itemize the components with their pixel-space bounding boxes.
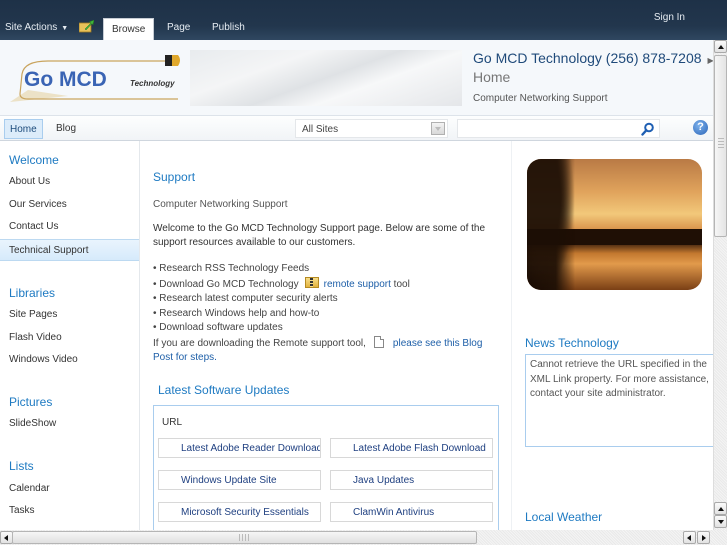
support-resource-list: • Research RSS Technology Feeds • Downlo… [153, 262, 482, 366]
remote-note: If you are downloading the Remote suppor… [153, 335, 483, 352]
nav-item-calendar[interactable]: Calendar [0, 478, 139, 500]
arrow-right-icon [702, 535, 706, 541]
nav-item-about-us[interactable]: About Us [0, 171, 139, 193]
update-link[interactable]: Latest Adobe Flash Download [330, 438, 493, 458]
support-subtitle: Computer Networking Support [153, 199, 288, 210]
update-link[interactable]: Java Updates [330, 470, 493, 490]
horizontal-scrollbar[interactable] [0, 530, 727, 545]
url-column-header: URL [162, 417, 183, 428]
sign-in-link[interactable]: Sign In [654, 12, 685, 23]
site-actions-menu[interactable]: Site Actions ▼ [5, 22, 68, 33]
arrow-down-icon [718, 520, 724, 524]
top-navigation: Home Blog All Sites ? [0, 115, 713, 141]
nav-heading-lists[interactable]: Lists [9, 459, 34, 473]
nav-heading-pictures[interactable]: Pictures [9, 395, 52, 409]
tab-page-label: Page [167, 22, 191, 33]
tab-browse-label: Browse [112, 24, 146, 35]
tab-page[interactable]: Page [167, 22, 190, 33]
arrow-up-icon [718, 507, 724, 511]
nav-item-our-services[interactable]: Our Services [0, 194, 139, 216]
update-link[interactable]: Latest Adobe Reader Download [158, 438, 321, 458]
latest-updates-heading: Latest Software Updates [158, 383, 290, 397]
grip-icon [239, 534, 251, 541]
scroll-left-button-right[interactable] [683, 531, 696, 544]
scroll-right-button[interactable] [697, 531, 710, 544]
nav-item-site-pages[interactable]: Site Pages [0, 304, 139, 326]
arrow-left-icon [687, 535, 691, 541]
help-icon[interactable]: ? [693, 120, 708, 135]
site-description: Computer Networking Support [473, 93, 608, 104]
vertical-scrollbar[interactable] [713, 40, 727, 530]
arrow-up-icon [718, 45, 724, 49]
nav-heading-libraries[interactable]: Libraries [9, 286, 55, 300]
blog-post-link[interactable]: please see this Blog [393, 338, 483, 349]
nav-item-flash-video[interactable]: Flash Video [0, 327, 139, 349]
search-scope-value: All Sites [302, 124, 339, 135]
list-item: • Research RSS Technology Feeds [153, 263, 310, 274]
nav-item-contact-us[interactable]: Contact Us [0, 216, 139, 238]
nav-item-windows-video[interactable]: Windows Video [0, 349, 139, 371]
page-title: Home [473, 69, 511, 85]
search-scope-select[interactable]: All Sites [295, 119, 448, 138]
banner-image [190, 50, 462, 106]
local-weather-heading: Local Weather [525, 510, 603, 524]
site-actions-label: Site Actions [5, 22, 58, 33]
list-item-text: • Download Go MCD Technology [153, 278, 299, 290]
tab-browse[interactable]: Browse [103, 18, 155, 40]
remote-support-link[interactable]: remote support [324, 279, 391, 290]
tab-publish-label: Publish [212, 22, 245, 33]
site-title-text: Go MCD Technology (256) 878-7208 [473, 50, 702, 66]
nav-heading-welcome[interactable]: Welcome [9, 153, 59, 167]
scroll-up-button-bottom[interactable] [714, 502, 727, 515]
main-content: Support Computer Networking Support Welc… [141, 141, 511, 545]
update-link[interactable]: Windows Update Site [158, 470, 321, 490]
support-heading: Support [153, 170, 196, 184]
tab-publish[interactable]: Publish [212, 22, 245, 33]
site-header: Go MCD Technology Go MCD Technology (256… [0, 40, 714, 115]
nav-item-slideshow[interactable]: SlideShow [0, 413, 139, 435]
topnav-home[interactable]: Home [4, 119, 43, 139]
document-icon [373, 335, 384, 348]
site-title[interactable]: Go MCD Technology (256) 878-7208 ▶ [473, 50, 714, 66]
search-icon[interactable] [641, 122, 655, 136]
horizontal-scroll-thumb[interactable] [12, 531, 477, 544]
search-input[interactable] [458, 120, 633, 137]
news-feed-error: Cannot retrieve the URL specified in the… [525, 354, 715, 447]
chevron-down-icon: ▼ [61, 25, 69, 32]
search-box [457, 119, 660, 138]
topnav-blog[interactable]: Blog [51, 119, 81, 139]
zip-file-icon [304, 276, 319, 288]
support-intro: Welcome to the Go MCD Technology Support… [153, 223, 486, 248]
list-item: • Download Go MCD Technology remote suppo… [153, 276, 482, 293]
nav-item-technical-support[interactable]: Technical Support [0, 239, 139, 261]
news-technology-heading: News Technology [525, 336, 619, 350]
scroll-up-button[interactable] [714, 40, 727, 53]
quick-launch: Welcome About Us Our Services Contact Us… [0, 141, 140, 531]
photo-tree [527, 159, 575, 290]
blog-post-link-continued[interactable]: Post for steps. [153, 352, 217, 363]
nav-item-tasks[interactable]: Tasks [0, 500, 139, 522]
remote-note-text: If you are downloading the Remote suppor… [153, 337, 366, 349]
remote-note-line-2: Post for steps. [153, 351, 482, 366]
svg-text:Technology: Technology [130, 79, 175, 88]
list-item-text: tool [390, 278, 410, 290]
vertical-scroll-thumb[interactable] [714, 55, 727, 237]
update-link[interactable]: ClamWin Antivirus [330, 502, 493, 522]
update-link[interactable]: Microsoft Security Essentials [158, 502, 321, 522]
dropdown-arrow-icon[interactable] [431, 122, 445, 135]
list-item: • Download software updates [153, 322, 283, 333]
navigate-up-icon[interactable] [79, 20, 94, 33]
grip-icon [718, 138, 724, 150]
svg-text:Go MCD: Go MCD [24, 68, 107, 91]
ribbon-bar: Site Actions ▼ Browse Page Publish Sign I… [0, 0, 727, 40]
right-column: News Technology Cannot retrieve the URL … [511, 141, 715, 531]
arrow-left-icon [4, 535, 8, 541]
sunset-lake-photo [527, 159, 702, 290]
scroll-down-button[interactable] [714, 515, 727, 528]
latest-updates-webpart: URL Latest Adobe Reader Download Latest … [153, 405, 499, 545]
list-item: • Research Windows help and how-to [153, 307, 320, 319]
list-item: • Research latest computer security aler… [153, 293, 338, 304]
site-logo[interactable]: Go MCD Technology [8, 52, 188, 104]
